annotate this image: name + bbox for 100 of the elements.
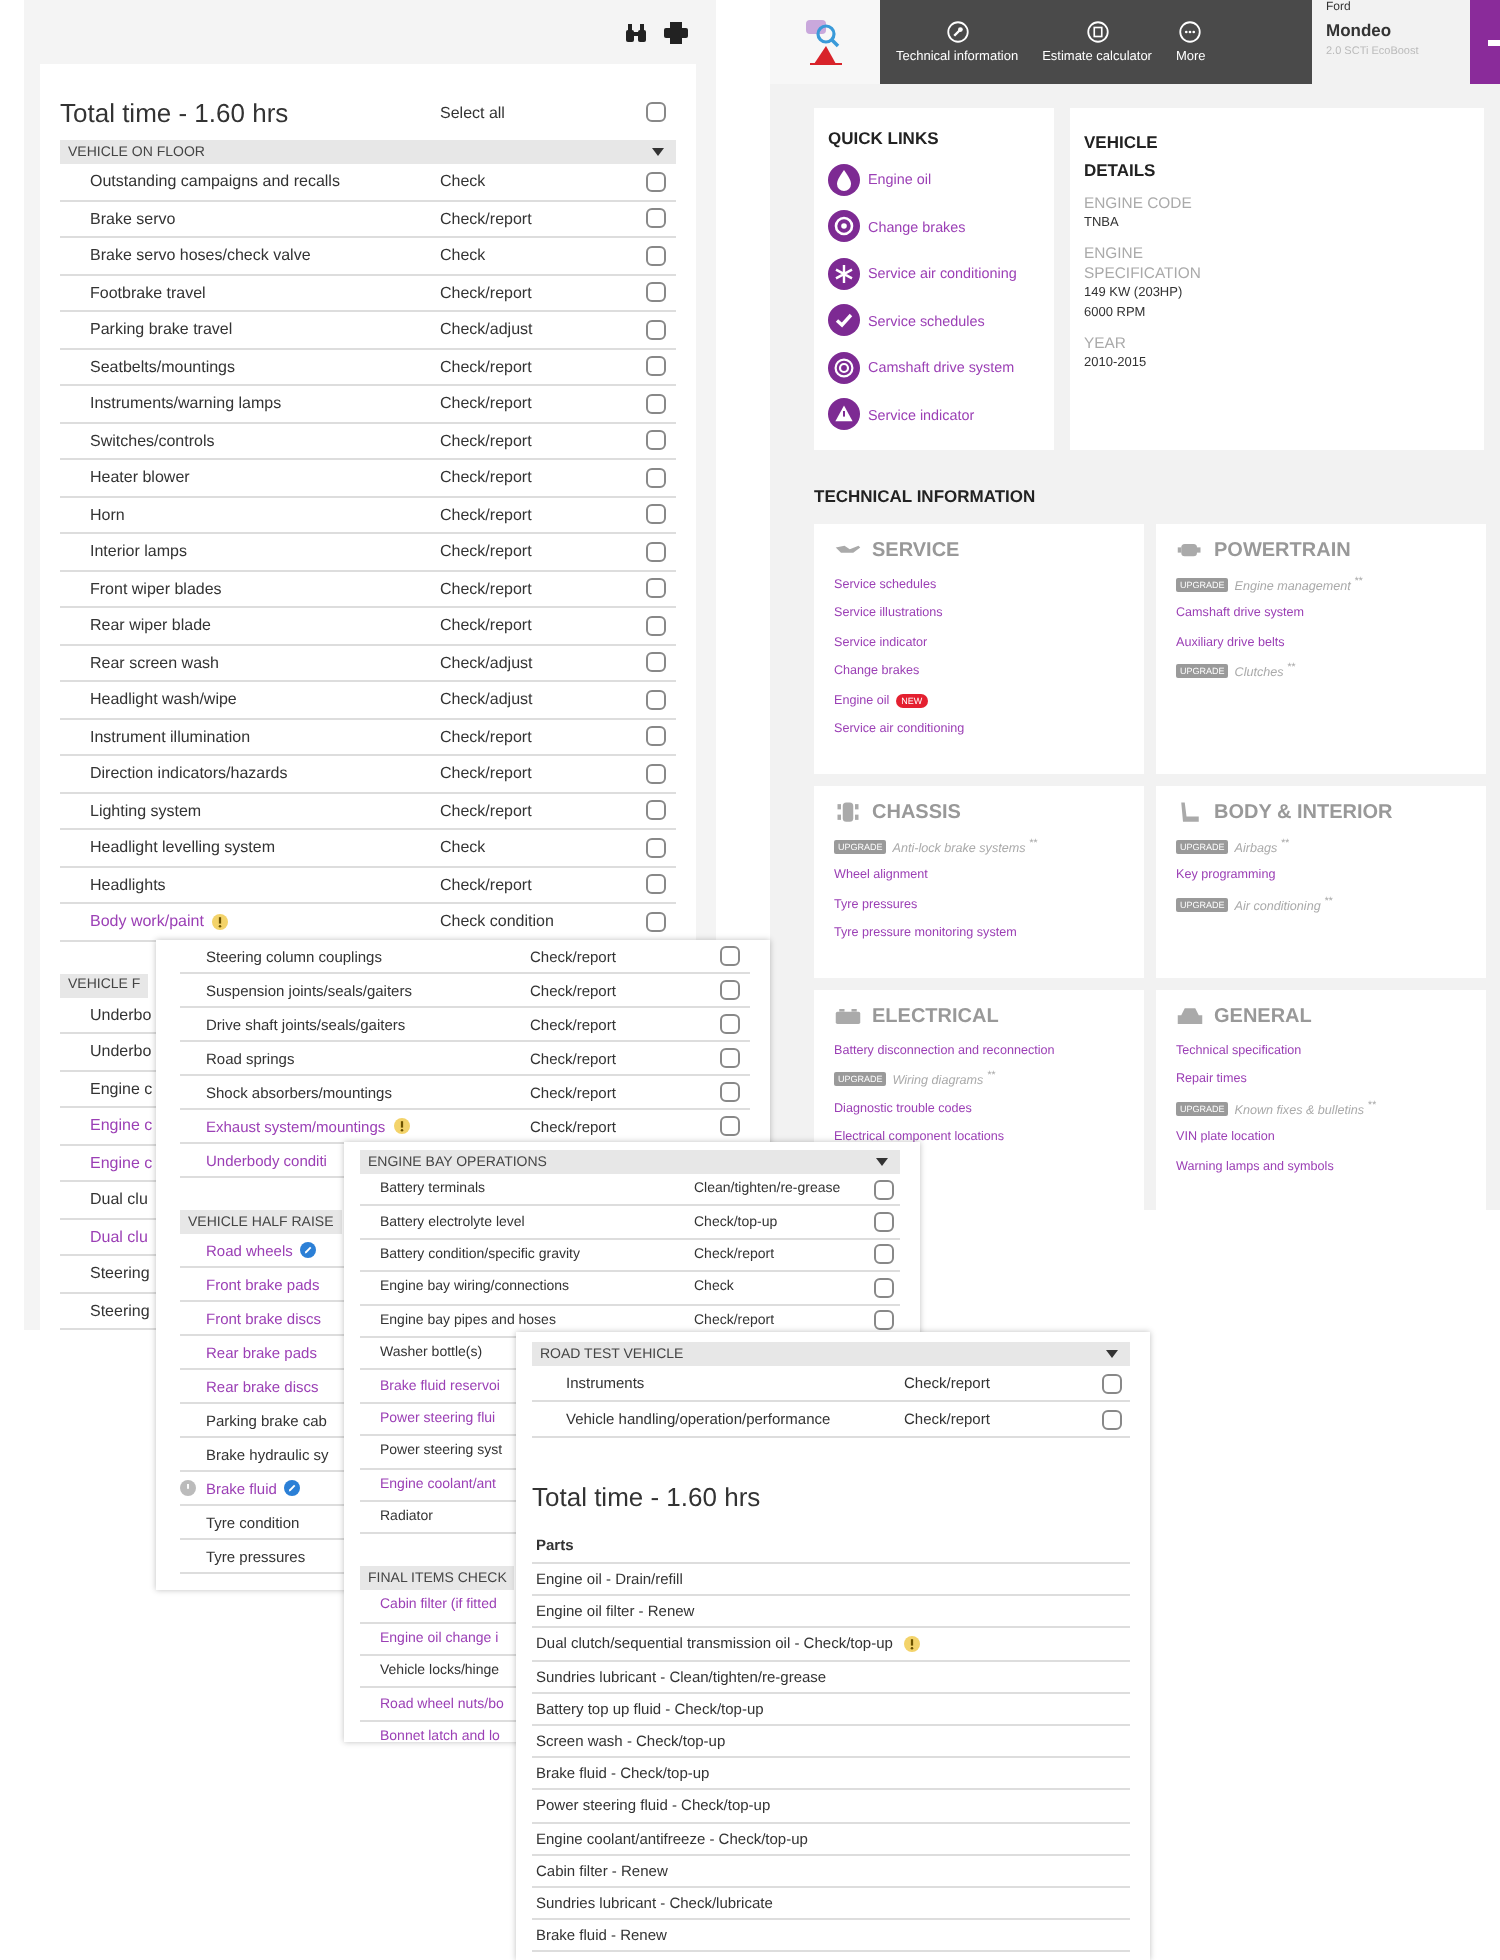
task-link[interactable]: Engine c bbox=[90, 1116, 153, 1135]
checkbox[interactable] bbox=[646, 319, 666, 340]
task-name: Headlights bbox=[90, 875, 166, 894]
checkbox[interactable] bbox=[646, 726, 666, 747]
checkbox[interactable] bbox=[646, 689, 666, 710]
checkbox[interactable] bbox=[646, 615, 666, 636]
checkbox[interactable] bbox=[646, 541, 666, 562]
checkbox[interactable] bbox=[646, 356, 666, 377]
disc-icon[interactable] bbox=[828, 210, 860, 242]
checkbox[interactable] bbox=[646, 393, 666, 414]
binoculars-icon[interactable] bbox=[624, 21, 648, 43]
action-label: Check/adjust bbox=[440, 653, 535, 672]
checkbox[interactable] bbox=[646, 171, 666, 192]
checkbox[interactable] bbox=[646, 245, 666, 266]
checkbox[interactable] bbox=[1101, 1373, 1121, 1393]
engine-icon bbox=[1176, 538, 1204, 562]
caret-icon[interactable] bbox=[652, 148, 664, 156]
action-label: Check/report bbox=[440, 579, 534, 598]
task-name: Front wiper blades bbox=[90, 579, 222, 598]
action-label: Check/report bbox=[440, 616, 534, 635]
action-label: Check/report bbox=[440, 468, 534, 487]
action-label: Check/report bbox=[440, 727, 534, 746]
action-label: Check/report bbox=[440, 505, 534, 524]
action-label: Check/report bbox=[440, 542, 534, 561]
task-link[interactable]: Dual clu bbox=[90, 1227, 148, 1246]
task-name: Lighting system bbox=[90, 801, 202, 820]
action-label: Check/report bbox=[440, 357, 534, 376]
task-name: Brake servo bbox=[90, 209, 176, 228]
action-label: Check/report bbox=[440, 209, 534, 228]
checkbox[interactable] bbox=[873, 1179, 893, 1200]
checkbox[interactable] bbox=[720, 980, 740, 1000]
action-label: Check bbox=[440, 246, 488, 265]
more-icon bbox=[1178, 20, 1203, 44]
checkbox[interactable] bbox=[873, 1244, 893, 1265]
checkbox[interactable] bbox=[720, 946, 740, 966]
action-label: Check/report bbox=[440, 283, 534, 302]
snowflake-icon[interactable] bbox=[828, 257, 860, 289]
task-link[interactable]: Engine c bbox=[90, 1153, 153, 1172]
card-title: VEHICLE DETAILS bbox=[1084, 130, 1160, 184]
pencil-icon[interactable] bbox=[284, 1480, 301, 1496]
checkbox[interactable] bbox=[646, 430, 666, 451]
car-chassis-icon bbox=[834, 800, 862, 824]
action-label: Check/report bbox=[440, 431, 534, 450]
checkbox[interactable] bbox=[646, 467, 666, 488]
vehicle-model: Mondeo bbox=[1326, 20, 1394, 40]
action-label: Check/adjust bbox=[440, 320, 535, 339]
checkbox[interactable] bbox=[646, 282, 666, 303]
seat-icon bbox=[1176, 800, 1204, 824]
section-title: TECHNICAL INFORMATION bbox=[814, 486, 1038, 506]
wrench-icon bbox=[945, 20, 970, 44]
caret-icon[interactable] bbox=[876, 1158, 888, 1166]
action-label: Check/adjust bbox=[440, 690, 535, 709]
category-title: ELECTRICAL bbox=[872, 1005, 999, 1027]
task-name: Dual clu bbox=[90, 1190, 148, 1209]
checkbox[interactable] bbox=[720, 1048, 740, 1068]
checkbox[interactable] bbox=[646, 874, 666, 895]
task-name: Footbrake travel bbox=[90, 283, 206, 302]
checkmark-icon[interactable] bbox=[828, 304, 860, 336]
checkbox[interactable] bbox=[873, 1277, 893, 1298]
task-name: Seatbelts/mountings bbox=[90, 357, 235, 376]
checkbox[interactable] bbox=[646, 102, 666, 122]
category-title: POWERTRAIN bbox=[1214, 539, 1351, 561]
calculator-icon bbox=[1085, 20, 1110, 44]
task-name: Headlight wash/wipe bbox=[90, 690, 237, 709]
task-name: Interior lamps bbox=[90, 542, 187, 561]
action-label: Check/report bbox=[440, 764, 534, 783]
task-name: Direction indicators/hazards bbox=[90, 764, 288, 783]
checkbox[interactable] bbox=[646, 652, 666, 673]
task-name: Instruments/warning lamps bbox=[90, 394, 282, 413]
checkbox[interactable] bbox=[646, 578, 666, 599]
task-link[interactable]: Body work/paint bbox=[90, 912, 204, 931]
caret-icon[interactable] bbox=[1106, 1350, 1118, 1358]
task-name: Rear screen wash bbox=[90, 653, 219, 672]
action-label: Check condition bbox=[440, 912, 556, 931]
vehicle-button[interactable] bbox=[1470, 0, 1500, 84]
checkbox[interactable] bbox=[873, 1310, 893, 1331]
task-name: Engine c bbox=[90, 1079, 153, 1098]
checkbox[interactable] bbox=[646, 911, 666, 932]
checkbox[interactable] bbox=[646, 800, 666, 821]
task-name: Switches/controls bbox=[90, 431, 215, 450]
pencil-icon[interactable] bbox=[300, 1242, 317, 1258]
category-title: CHASSIS bbox=[872, 801, 961, 823]
warning-icon[interactable] bbox=[828, 398, 860, 430]
checkbox[interactable] bbox=[646, 763, 666, 784]
drop-icon[interactable] bbox=[828, 163, 860, 195]
checkbox[interactable] bbox=[873, 1212, 893, 1233]
task-name: Horn bbox=[90, 505, 125, 524]
checkbox[interactable] bbox=[646, 837, 666, 858]
task-name: Rear wiper blade bbox=[90, 616, 211, 635]
battery-icon bbox=[834, 1004, 862, 1028]
checkbox[interactable] bbox=[720, 1082, 740, 1102]
checkbox[interactable] bbox=[646, 504, 666, 525]
checkbox[interactable] bbox=[1101, 1409, 1121, 1429]
checkbox[interactable] bbox=[720, 1116, 740, 1136]
checkbox[interactable] bbox=[646, 208, 666, 229]
spiral-icon[interactable] bbox=[828, 351, 860, 383]
select-all-label: Select all bbox=[440, 103, 507, 121]
checkbox[interactable] bbox=[720, 1014, 740, 1034]
total-time: Total time - 1.60 hrs bbox=[60, 97, 291, 127]
card-title: QUICK LINKS bbox=[828, 128, 941, 148]
